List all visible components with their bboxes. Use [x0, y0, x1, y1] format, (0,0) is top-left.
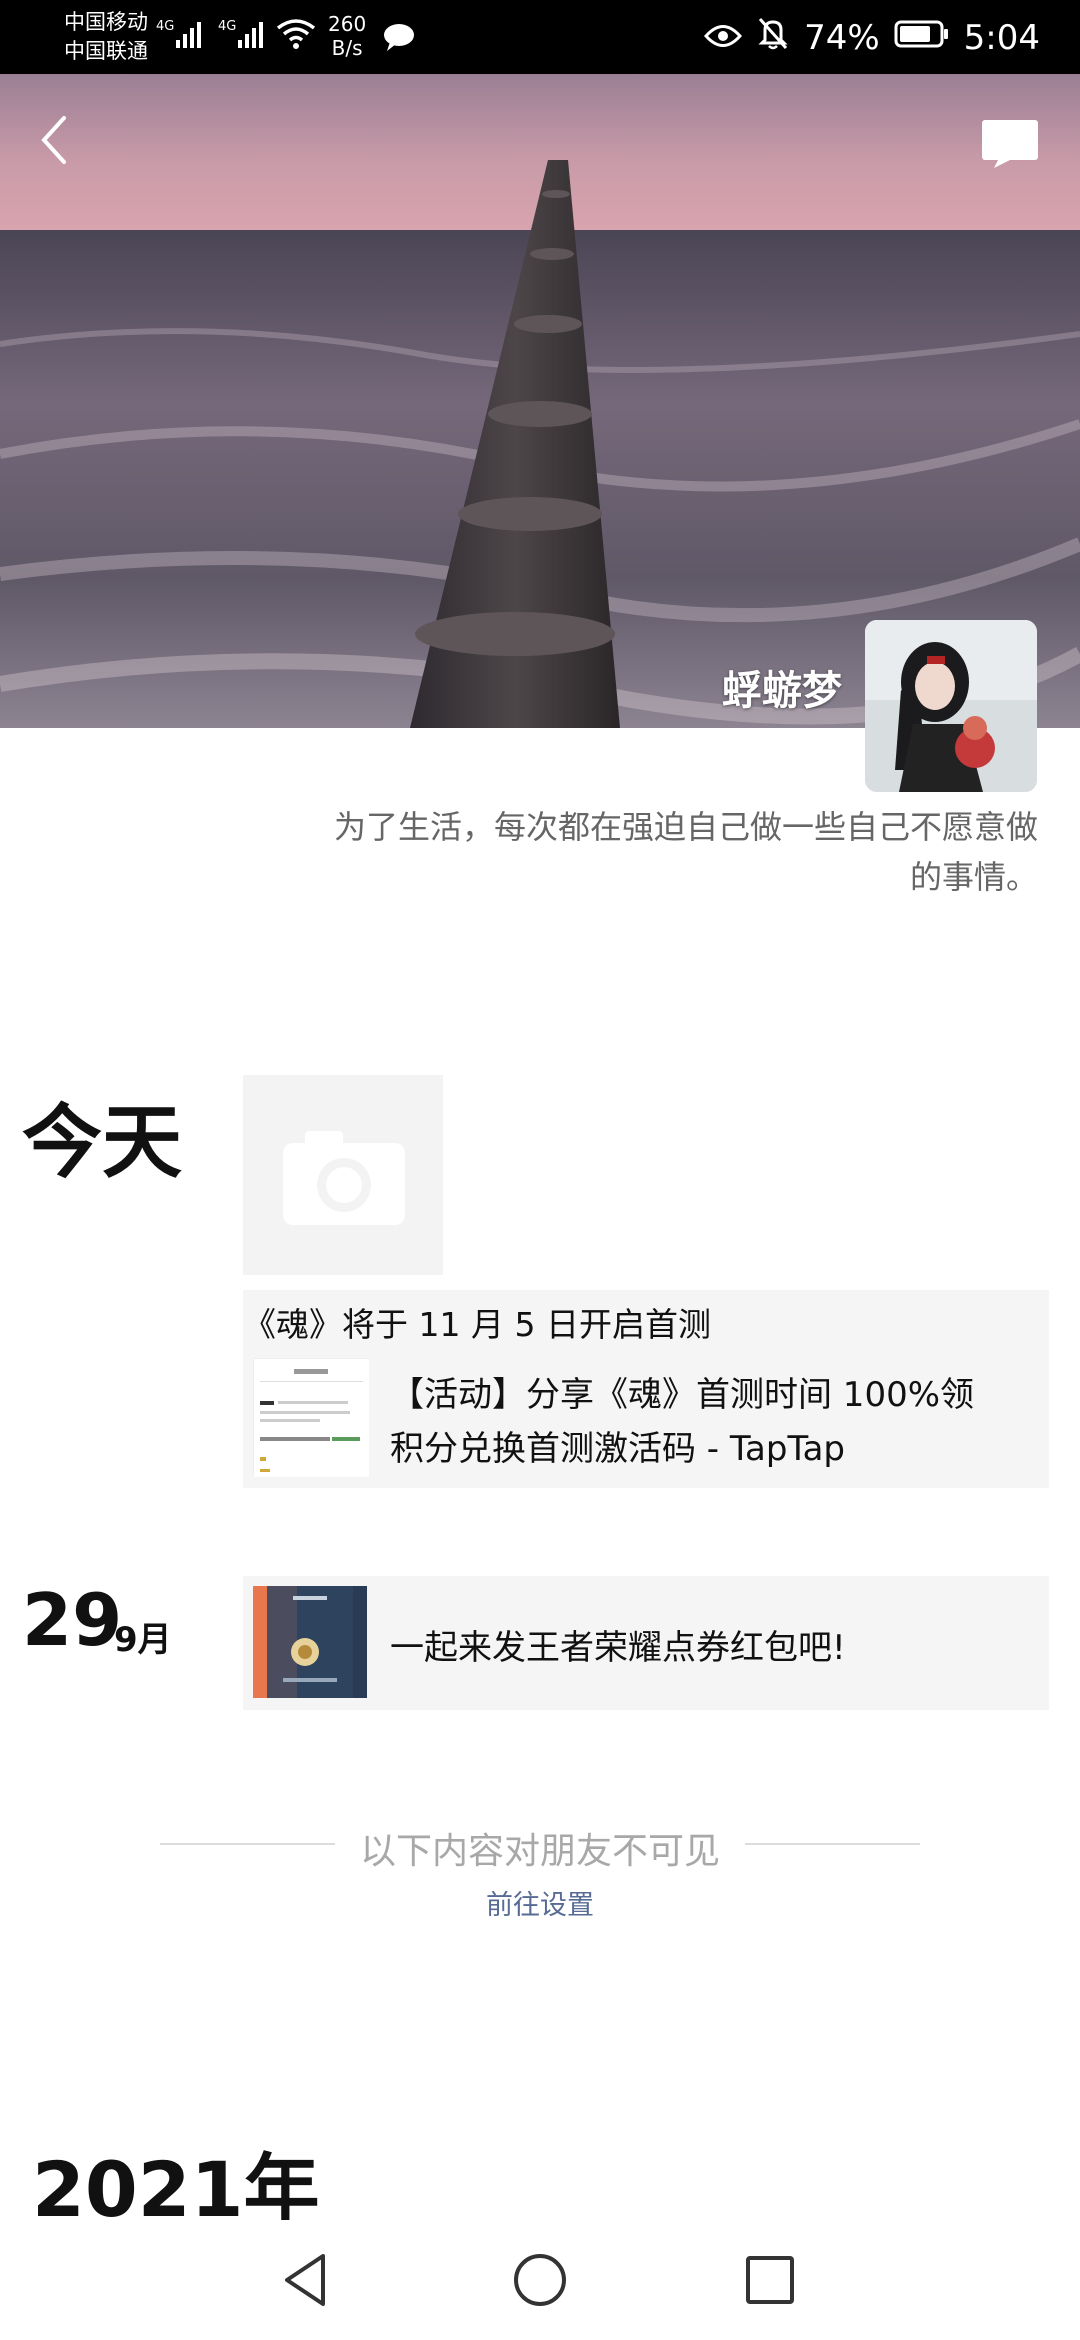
network-speed: 260 B/s: [328, 12, 366, 60]
carrier-1: 中国移动: [64, 10, 148, 34]
chevron-left-icon: [41, 116, 66, 164]
signal-icon-2: 4G: [218, 16, 270, 50]
link-title-line-2: 积分兑换首测激活码 - TapTap: [390, 1429, 845, 1469]
message-bubble-icon: [982, 120, 1038, 168]
link-title-line-1: 【活动】分享《魂》首测时间 100%领: [390, 1375, 975, 1415]
circle-home-icon: [514, 2254, 566, 2306]
eye-icon: [704, 18, 743, 58]
hidden-notice-text: 以下内容对朋友不可见: [359, 1831, 720, 1872]
profile-username[interactable]: 蜉蝣梦: [722, 658, 842, 716]
triangle-back-icon: [285, 2254, 325, 2306]
signal-icon: 4G: [156, 16, 208, 50]
carrier-2: 中国联通: [64, 39, 148, 63]
net-type-1: 4G: [156, 19, 174, 34]
link-thumbnail-2: [253, 1586, 367, 1698]
battery-percent: 74%: [804, 17, 880, 58]
carrier-labels: 中国移动 中国联通: [64, 8, 148, 66]
nav-back-button[interactable]: [275, 2248, 339, 2312]
nav-recents-button[interactable]: [738, 2248, 802, 2312]
link-title-2: 一起来发王者荣耀点券红包吧!: [390, 1628, 846, 1668]
date-day: 29: [22, 1578, 123, 1662]
speed-unit: B/s: [331, 36, 363, 60]
message-button[interactable]: [980, 118, 1040, 170]
date-month: 9月: [114, 1620, 172, 1660]
date-label-today: 今天: [22, 1096, 182, 1189]
back-button[interactable]: [30, 110, 80, 170]
post-photo-button[interactable]: [243, 1075, 443, 1275]
square-recents-icon: [746, 2256, 794, 2304]
signature-line-1: 为了生活，每次都在强迫自己做一些自己不愿意做: [333, 808, 1038, 846]
status-right: 74% 5:04: [704, 16, 1040, 59]
camera-icon: [283, 1131, 405, 1225]
nav-home-button[interactable]: [508, 2248, 572, 2312]
status-bar: 中国移动 中国联通 4G 4G 260 B/s 74% 5:04: [0, 0, 1080, 74]
go-to-settings-link[interactable]: 前往设置: [0, 1883, 1080, 1922]
clock: 5:04: [963, 17, 1040, 58]
net-type-2: 4G: [218, 19, 236, 34]
system-nav-bar: [0, 2220, 1080, 2340]
avatar[interactable]: [865, 620, 1037, 792]
post-title: 《魂》将于 11 月 5 日开启首测: [243, 1305, 711, 1344]
mute-bell-icon: [756, 16, 790, 59]
battery-icon: [894, 18, 950, 58]
link-thumbnail: [253, 1358, 369, 1477]
signature-line-2: 的事情。: [909, 858, 1038, 896]
speed-value: 260: [328, 12, 367, 36]
wechat-chat-icon: [382, 22, 416, 52]
link-title: 【活动】分享《魂》首测时间 100%领 积分兑换首测激活码 - TapTap: [390, 1368, 1035, 1476]
profile-signature: 为了生活，每次都在强迫自己做一些自己不愿意做 的事情。: [218, 802, 1038, 902]
wifi-icon: [276, 18, 316, 50]
